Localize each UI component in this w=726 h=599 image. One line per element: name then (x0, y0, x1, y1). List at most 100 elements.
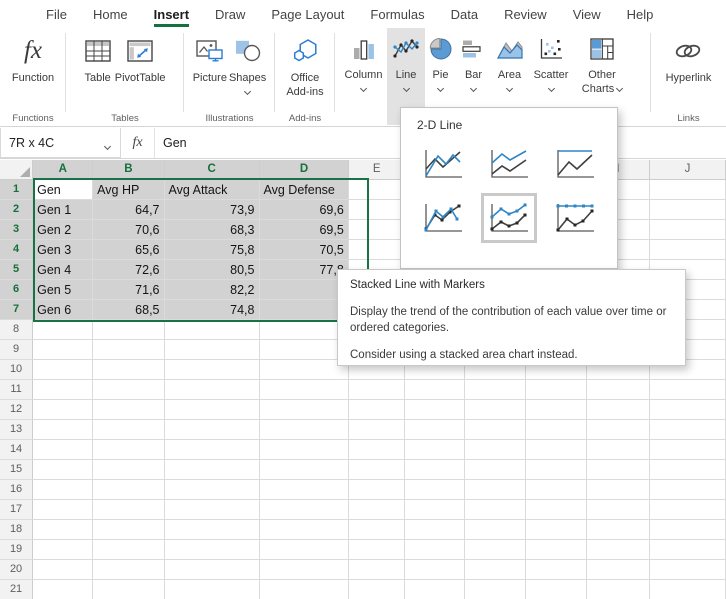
cell-E20[interactable] (349, 560, 405, 580)
cell-A5[interactable]: Gen 4 (33, 260, 93, 280)
cell-B9[interactable] (93, 340, 164, 360)
cell-I21[interactable] (587, 580, 650, 599)
dropdown-item-line[interactable] (415, 139, 471, 189)
cell-D14[interactable] (260, 440, 349, 460)
cell-J12[interactable] (650, 400, 726, 420)
column-header-J[interactable]: J (650, 160, 726, 180)
cell-C7[interactable]: 74,8 (165, 300, 260, 320)
cell-B4[interactable]: 65,6 (93, 240, 164, 260)
cell-H14[interactable] (526, 440, 587, 460)
column-header-C[interactable]: C (165, 160, 260, 180)
dropdown-item-stacked-line[interactable] (481, 139, 537, 189)
cell-C17[interactable] (165, 500, 260, 520)
tab-review[interactable]: Review (504, 0, 547, 28)
cell-I11[interactable] (587, 380, 650, 400)
cell-J21[interactable] (650, 580, 726, 599)
cell-C4[interactable]: 75,8 (165, 240, 260, 260)
cell-B3[interactable]: 70,6 (93, 220, 164, 240)
name-box[interactable]: 7R x 4C (0, 128, 121, 158)
cell-F17[interactable] (405, 500, 465, 520)
cell-D9[interactable] (260, 340, 349, 360)
cell-A19[interactable] (33, 540, 93, 560)
cell-C9[interactable] (165, 340, 260, 360)
cell-B16[interactable] (93, 480, 164, 500)
cell-B15[interactable] (93, 460, 164, 480)
cell-C12[interactable] (165, 400, 260, 420)
cell-B11[interactable] (93, 380, 164, 400)
cell-E11[interactable] (349, 380, 405, 400)
cell-F15[interactable] (405, 460, 465, 480)
cell-J1[interactable] (650, 180, 726, 200)
cell-I20[interactable] (587, 560, 650, 580)
row-header-6[interactable]: 6 (0, 280, 33, 300)
cell-F13[interactable] (405, 420, 465, 440)
cell-A16[interactable] (33, 480, 93, 500)
cell-J13[interactable] (650, 420, 726, 440)
cell-C2[interactable]: 73,9 (165, 200, 260, 220)
column-header-B[interactable]: B (93, 160, 164, 180)
cell-E15[interactable] (349, 460, 405, 480)
cell-F16[interactable] (405, 480, 465, 500)
cell-F21[interactable] (405, 580, 465, 599)
row-header-9[interactable]: 9 (0, 340, 33, 360)
dropdown-item-line-with-markers[interactable] (415, 193, 471, 243)
cell-D18[interactable] (260, 520, 349, 540)
select-all-button[interactable] (0, 160, 33, 180)
cell-B19[interactable] (93, 540, 164, 560)
cell-B21[interactable] (93, 580, 164, 599)
cell-H12[interactable] (526, 400, 587, 420)
dropdown-item-100-stacked-line[interactable] (547, 139, 603, 189)
cell-C1[interactable]: Avg Attack (165, 180, 260, 200)
cell-B8[interactable] (93, 320, 164, 340)
office-addins-button[interactable]: Office Add-ins (286, 28, 323, 110)
cell-E3[interactable] (349, 220, 405, 240)
cell-A6[interactable]: Gen 5 (33, 280, 93, 300)
cell-B18[interactable] (93, 520, 164, 540)
cell-G21[interactable] (465, 580, 526, 599)
cell-C11[interactable] (165, 380, 260, 400)
cell-E14[interactable] (349, 440, 405, 460)
row-header-4[interactable]: 4 (0, 240, 33, 260)
cell-J20[interactable] (650, 560, 726, 580)
cell-C19[interactable] (165, 540, 260, 560)
cell-D7[interactable] (260, 300, 349, 320)
cell-A12[interactable] (33, 400, 93, 420)
cell-J2[interactable] (650, 200, 726, 220)
cell-H15[interactable] (526, 460, 587, 480)
dropdown-item-100-stacked-line-with-markers[interactable] (547, 193, 603, 243)
cell-G15[interactable] (465, 460, 526, 480)
cell-H21[interactable] (526, 580, 587, 599)
cell-A11[interactable] (33, 380, 93, 400)
cell-C3[interactable]: 68,3 (165, 220, 260, 240)
cell-D12[interactable] (260, 400, 349, 420)
cell-D19[interactable] (260, 540, 349, 560)
cell-C10[interactable] (165, 360, 260, 380)
tab-page-layout[interactable]: Page Layout (271, 0, 344, 28)
row-header-2[interactable]: 2 (0, 200, 33, 220)
row-header-21[interactable]: 21 (0, 580, 33, 599)
cell-I12[interactable] (587, 400, 650, 420)
row-header-13[interactable]: 13 (0, 420, 33, 440)
cell-F14[interactable] (405, 440, 465, 460)
tab-insert[interactable]: Insert (154, 0, 189, 28)
cell-B10[interactable] (93, 360, 164, 380)
cell-I13[interactable] (587, 420, 650, 440)
cell-B12[interactable] (93, 400, 164, 420)
cell-H20[interactable] (526, 560, 587, 580)
row-header-3[interactable]: 3 (0, 220, 33, 240)
shapes-button[interactable]: Shapes (229, 28, 266, 110)
cell-E17[interactable] (349, 500, 405, 520)
cell-G20[interactable] (465, 560, 526, 580)
cell-D16[interactable] (260, 480, 349, 500)
cell-J17[interactable] (650, 500, 726, 520)
tab-help[interactable]: Help (627, 0, 654, 28)
cell-A17[interactable] (33, 500, 93, 520)
row-header-15[interactable]: 15 (0, 460, 33, 480)
cell-D5[interactable]: 77,8 (260, 260, 349, 280)
cell-C5[interactable]: 80,5 (165, 260, 260, 280)
cell-A4[interactable]: Gen 3 (33, 240, 93, 260)
row-header-1[interactable]: 1 (0, 180, 33, 200)
cell-I16[interactable] (587, 480, 650, 500)
pivottable-button[interactable]: PivotTable (115, 28, 166, 110)
cell-D20[interactable] (260, 560, 349, 580)
